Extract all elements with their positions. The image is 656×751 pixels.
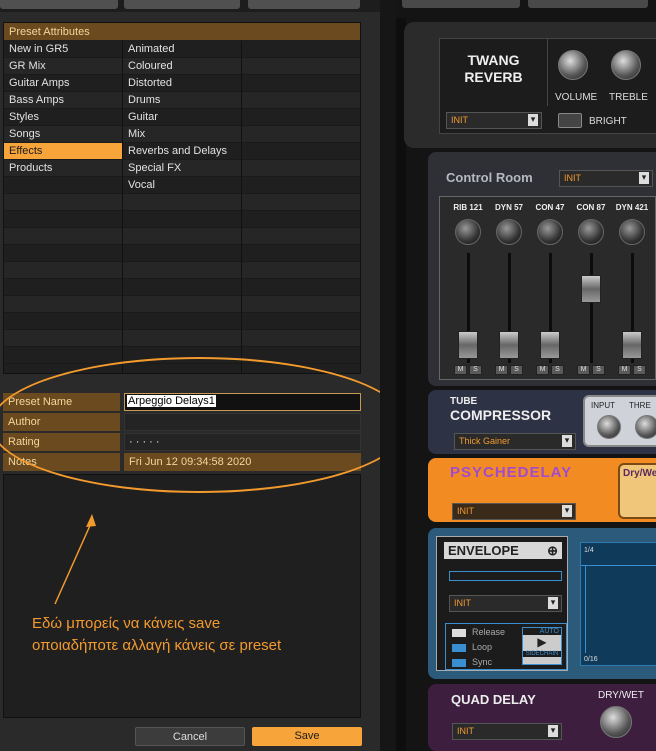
annotation-text: Εδώ μπορείς να κάνεις save οποιαδήποτε α… bbox=[32, 613, 372, 657]
mute-button[interactable]: M bbox=[577, 365, 590, 375]
mute-button[interactable]: M bbox=[618, 365, 631, 375]
twang-title-2: REVERB bbox=[464, 69, 523, 85]
range-lo-label: 0/16 bbox=[584, 656, 598, 663]
pan-knob[interactable] bbox=[619, 219, 645, 245]
channel-label: CON 47 bbox=[535, 203, 565, 212]
solo-button[interactable]: S bbox=[469, 365, 482, 375]
solo-button[interactable]: S bbox=[592, 365, 605, 375]
control-room-preset-dropdown[interactable]: INIT bbox=[559, 170, 653, 187]
solo-button[interactable]: S bbox=[510, 365, 523, 375]
envelope-module: ENVELOPE ⊕ INIT Release Loop Sync AUTO ▶ … bbox=[428, 528, 656, 679]
psychedelay-preset-dropdown[interactable]: INIT bbox=[452, 503, 576, 520]
mute-button[interactable]: M bbox=[536, 365, 549, 375]
twang-title-1: TWANG bbox=[467, 52, 520, 68]
envelope-marker bbox=[585, 565, 586, 653]
annotation-line-2: οποιαδήποτε αλλαγή κάνεις σε preset bbox=[32, 637, 282, 654]
envelope-title: ENVELOPE ⊕ bbox=[444, 542, 562, 559]
fader[interactable] bbox=[622, 331, 642, 359]
pan-knob[interactable] bbox=[455, 219, 481, 245]
fader-track bbox=[590, 253, 593, 363]
preset-browser-panel: Preset Attributes New in GR5 GR Mix Guit… bbox=[0, 0, 408, 751]
play-button[interactable]: AUTO ▶ SIDECHAIN bbox=[522, 627, 562, 665]
pan-knob[interactable] bbox=[578, 219, 604, 245]
mixer-panel: RIB 121 DYN 57 CON 47 CON 87 DYN 421 M S… bbox=[439, 196, 656, 380]
drywet-label: Dry/Wet bbox=[623, 468, 656, 479]
channel-label: DYN 421 bbox=[615, 203, 649, 212]
rack-tab-1[interactable] bbox=[402, 0, 520, 8]
treble-knob[interactable] bbox=[611, 50, 641, 80]
envelope-graph[interactable]: 1/4 0/16 bbox=[580, 542, 656, 666]
twang-preset-dropdown[interactable]: INIT bbox=[446, 112, 542, 129]
volume-knob[interactable] bbox=[558, 50, 588, 80]
volume-label: VOLUME bbox=[555, 92, 598, 103]
mute-button[interactable]: M bbox=[454, 365, 467, 375]
quad-delay-module: QUAD DELAY DRY/WET bbox=[428, 684, 656, 751]
loop-label: Loop bbox=[472, 642, 493, 652]
mute-button[interactable]: M bbox=[495, 365, 508, 375]
fader[interactable] bbox=[581, 275, 601, 303]
envelope-line bbox=[581, 565, 656, 566]
solo-button[interactable]: S bbox=[551, 365, 564, 375]
fader[interactable] bbox=[458, 331, 478, 359]
fader[interactable] bbox=[499, 331, 519, 359]
bright-toggle[interactable] bbox=[558, 113, 582, 128]
treble-label: TREBLE bbox=[609, 92, 648, 103]
annotation-line-1: Εδώ μπορείς να κάνεις save bbox=[32, 615, 221, 632]
sync-checkbox[interactable] bbox=[452, 659, 466, 667]
quad-delay-preset-dropdown[interactable]: INIT bbox=[452, 723, 562, 740]
compressor-title-2: COMPRESSOR bbox=[450, 407, 552, 423]
pan-knob[interactable] bbox=[537, 219, 563, 245]
rack-tab-2[interactable] bbox=[528, 0, 648, 8]
range-hi-label: 1/4 bbox=[584, 547, 594, 554]
fader[interactable] bbox=[540, 331, 560, 359]
rack-panel: TWANG REVERB VOLUME TREBLE INIT BRIGHT C… bbox=[396, 0, 656, 751]
control-room-title: Control Room bbox=[446, 170, 533, 185]
sidechain-label: SIDECHAIN bbox=[523, 651, 561, 657]
envelope-title-text: ENVELOPE bbox=[448, 543, 519, 558]
envelope-preset-dropdown[interactable]: INIT bbox=[449, 595, 562, 612]
panel-divider[interactable] bbox=[380, 0, 396, 751]
envelope-options: Release Loop Sync AUTO ▶ SIDECHAIN bbox=[445, 623, 567, 670]
compressor-controls: INPUT THRE bbox=[583, 395, 656, 447]
compressor-title-1: TUBE bbox=[450, 396, 478, 407]
channel-label: DYN 57 bbox=[494, 203, 523, 212]
envelope-slider[interactable] bbox=[449, 571, 562, 581]
channel-label: CON 87 bbox=[576, 203, 606, 212]
threshold-label: THRE bbox=[629, 401, 651, 410]
psychedelay-title: PSYCHEDELAY bbox=[450, 464, 573, 481]
bright-label: BRIGHT bbox=[589, 116, 627, 127]
cancel-button[interactable]: Cancel bbox=[135, 727, 245, 746]
play-icon: ▶ bbox=[537, 635, 547, 649]
release-label: Release bbox=[472, 627, 506, 637]
sync-label: Sync bbox=[472, 657, 493, 667]
envelope-panel: ENVELOPE ⊕ INIT Release Loop Sync AUTO ▶ … bbox=[436, 536, 568, 671]
release-checkbox[interactable] bbox=[452, 629, 466, 637]
quad-drywet-knob[interactable] bbox=[600, 706, 632, 738]
save-button[interactable]: Save bbox=[252, 727, 362, 746]
solo-button[interactable]: S bbox=[633, 365, 646, 375]
twang-reverb-title: TWANG REVERB bbox=[440, 38, 548, 106]
pan-knob[interactable] bbox=[496, 219, 522, 245]
loop-checkbox[interactable] bbox=[452, 644, 466, 652]
threshold-knob[interactable] bbox=[635, 415, 656, 439]
quad-delay-title: QUAD DELAY bbox=[451, 692, 536, 707]
quad-drywet-label: DRY/WET bbox=[598, 690, 644, 701]
compressor-preset-dropdown[interactable]: Thick Gainer bbox=[454, 433, 576, 450]
move-icon[interactable]: ⊕ bbox=[547, 543, 558, 559]
channel-label: RIB 121 bbox=[453, 203, 483, 212]
input-knob[interactable] bbox=[597, 415, 621, 439]
input-label: INPUT bbox=[591, 401, 615, 410]
auto-label: AUTO bbox=[523, 628, 561, 635]
psychedelay-drywet: Dry/Wet bbox=[618, 463, 656, 519]
